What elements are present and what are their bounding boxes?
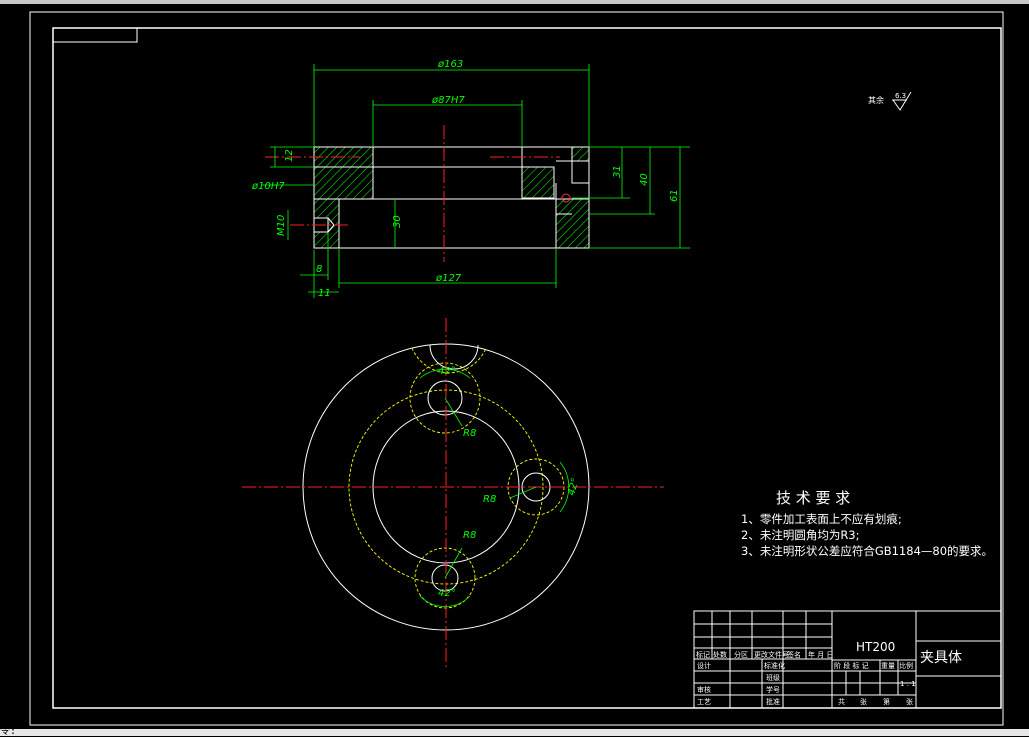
label-process: 工艺 — [697, 698, 711, 706]
dim-d127: ø127 — [435, 273, 462, 284]
label-class: 班级 — [766, 673, 780, 682]
dim-31: 31 — [612, 165, 623, 178]
sheet-label-2: 张 — [860, 697, 867, 706]
label-scale: 比例 — [899, 661, 913, 670]
dim-12: 12 — [284, 149, 295, 162]
dim-r8-mid: R8 — [483, 494, 496, 505]
dim-r8-top: R8 — [463, 428, 476, 439]
surface-finish-value: 6.3 — [895, 92, 906, 100]
sheet-label-4: 张 — [906, 697, 913, 706]
dim-30: 30 — [392, 215, 403, 228]
label-stage-mark: 阶 段 标 记 — [834, 661, 869, 670]
corner-code-box — [52, 27, 138, 43]
dim-61: 61 — [669, 189, 680, 202]
tech-req-3: 3、未注明形状公差应符合GB1184—80的要求。 — [741, 544, 993, 558]
label-weight: 重量 — [881, 662, 895, 670]
label-design: 设计 — [697, 661, 711, 670]
command-line-bar[interactable] — [0, 729, 1029, 736]
surface-finish-label: 其余 — [868, 95, 884, 105]
label-review: 审核 — [697, 685, 711, 694]
tech-req-2: 2、未注明圆角均为R3; — [741, 528, 860, 542]
dim-m10: M10 — [276, 215, 287, 236]
tech-req-1: 1、零件加工表面上不应有划痕; — [741, 512, 902, 526]
label-standard: 标准化 — [764, 661, 785, 670]
scale-value: 1 : 1 — [900, 680, 916, 688]
header-cell-3: 分区 — [734, 650, 748, 659]
hatch-right-top — [571, 146, 590, 162]
header-cell-1: 标记 — [696, 650, 710, 659]
header-cell-4: 更改文件号 — [754, 650, 789, 659]
dim-40: 40 — [639, 173, 650, 186]
hatch-right-lower — [555, 198, 590, 249]
dim-angle-bottom: 42° — [438, 588, 456, 599]
dim-d87h7: ø87H7 — [431, 95, 465, 106]
inner-frame — [52, 27, 1002, 709]
tech-req-title: 技 术 要 求 — [776, 489, 850, 507]
sheet-label-3: 第 — [883, 697, 890, 706]
recess-line — [339, 198, 557, 248]
label-student-id: 学号 — [766, 685, 780, 694]
label-approve: 批准 — [766, 697, 780, 706]
material: HT200 — [856, 640, 895, 654]
header-cell-2: 处数 — [713, 650, 727, 659]
header-cell-6: 年 月 日 — [808, 650, 833, 659]
part-name: 夹具体 — [920, 650, 962, 666]
drawing-canvas: ø163 ø87H7 ø127 ø10H7 M10 12 30 31 40 61… — [29, 11, 1004, 726]
header-cell-5: 签名 — [787, 650, 801, 659]
sheet-label-1: 共 — [838, 697, 845, 706]
dim-11: 11 — [318, 288, 331, 299]
dim-angle-top: 42° — [438, 366, 456, 377]
hatch-right-upper — [521, 166, 555, 199]
dim-d10h7: ø10H7 — [251, 181, 285, 192]
dim-r8-bottom: R8 — [463, 530, 476, 541]
dim-d163: ø163 — [437, 59, 463, 70]
hatch-left-upper — [313, 166, 374, 200]
dim-8: 8 — [316, 264, 322, 275]
bore-walls — [372, 167, 523, 199]
outer-frame — [29, 11, 1004, 726]
